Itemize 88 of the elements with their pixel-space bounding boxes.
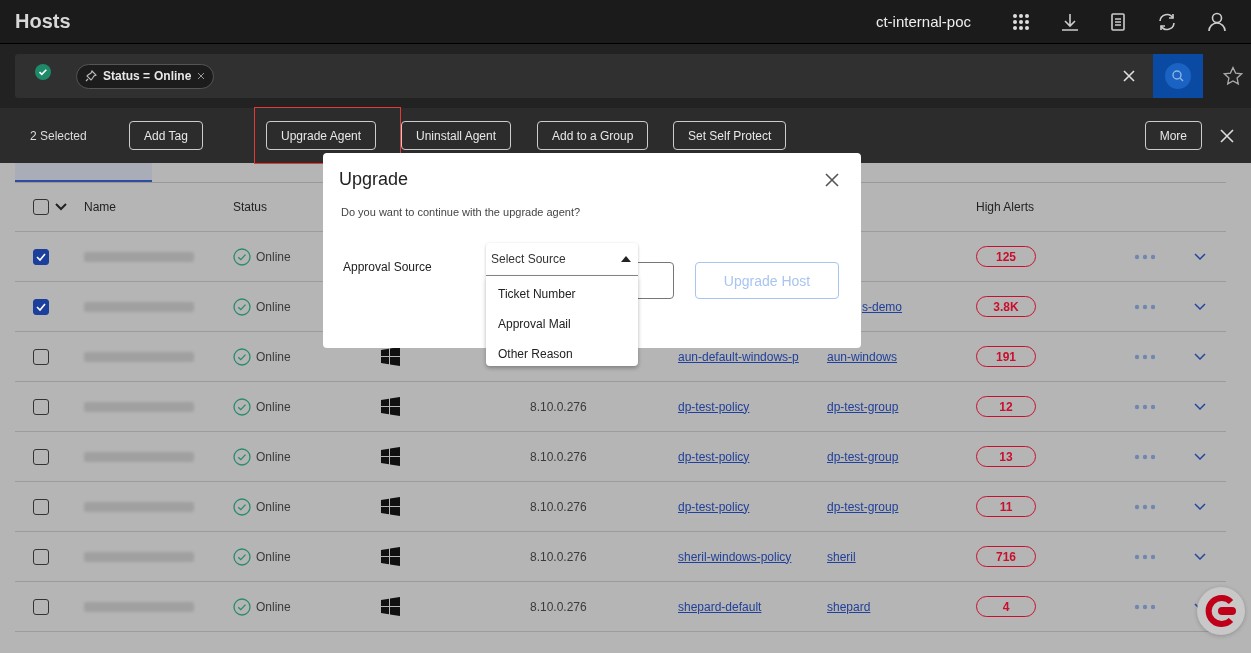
column-header[interactable]: High Alerts (976, 200, 1035, 214)
check-circle-icon (233, 547, 251, 566)
group-link[interactable]: dp-test-group (827, 449, 899, 464)
version-text: 8.10.0.276 (530, 599, 587, 614)
policy-link[interactable]: dp-test-policy (678, 449, 750, 464)
column-header[interactable]: Status (233, 200, 268, 214)
selected-count: 2 Selected (30, 128, 88, 143)
check-circle-icon (233, 447, 251, 466)
apps-grid-icon[interactable] (1012, 12, 1030, 31)
logo-icon (1204, 594, 1238, 628)
row-checkbox[interactable] (33, 348, 49, 365)
status-text: Online (256, 549, 291, 564)
policy-link[interactable]: shepard-default (678, 599, 762, 614)
column-header[interactable]: Name (84, 200, 116, 214)
star-icon[interactable] (1223, 66, 1243, 86)
dropdown-option[interactable]: Approval Mail (486, 309, 638, 339)
policy-link[interactable]: aun-default-windows-p (678, 349, 799, 364)
status-text: Online (256, 599, 291, 614)
row-checkbox[interactable] (33, 548, 49, 565)
chip-value: Online (154, 69, 192, 83)
more-button[interactable]: More (1144, 121, 1202, 150)
check-circle-icon (233, 297, 251, 316)
floating-button[interactable] (1197, 587, 1245, 635)
action-button[interactable]: Add to a Group (537, 121, 649, 150)
version-text: 8.10.0.276 (530, 549, 587, 564)
group-link[interactable]: dp-test-group (827, 499, 899, 514)
download-icon[interactable] (1060, 11, 1080, 32)
chevron-down-icon[interactable] (1194, 403, 1206, 410)
status-text: Online (256, 249, 291, 264)
user-icon[interactable] (1208, 11, 1226, 32)
version-text: 8.10.0.276 (530, 449, 587, 464)
row-checkbox[interactable] (33, 448, 49, 465)
chevron-down-icon[interactable] (1194, 453, 1206, 460)
close-icon[interactable] (825, 172, 839, 187)
row-checkbox[interactable] (33, 398, 49, 415)
check-circle-icon (35, 64, 51, 80)
row-checkbox[interactable] (33, 598, 49, 615)
remove-icon[interactable] (197, 72, 206, 80)
clear-icon[interactable] (1123, 70, 1135, 82)
status-text: Online (256, 499, 291, 514)
version-text: 8.10.0.276 (530, 499, 587, 514)
refresh-icon[interactable] (1156, 11, 1178, 32)
pin-icon (85, 70, 97, 82)
action-button[interactable]: Set Self Protect (673, 121, 787, 150)
version-text: 8.10.0.276 (530, 399, 587, 414)
check-circle-icon (233, 397, 251, 416)
search-icon (1165, 63, 1191, 89)
select-all-checkbox[interactable] (33, 199, 49, 215)
action-button[interactable]: Uninstall Agent (401, 121, 512, 150)
dialog-title: Upgrade (339, 169, 409, 190)
filter-chip[interactable]: Status = Online (76, 63, 215, 89)
dialog-message: Do you want to continue with the upgrade agent? (341, 206, 582, 218)
check-circle-icon (233, 347, 251, 366)
policy-link[interactable]: sheril-windows-policy (678, 549, 792, 564)
tab[interactable] (15, 163, 152, 182)
chevron-down-icon[interactable] (55, 203, 67, 211)
action-button[interactable]: Add Tag (129, 121, 203, 150)
policy-link[interactable]: dp-test-policy (678, 499, 750, 514)
row-checkbox[interactable] (33, 248, 49, 265)
field-label: Approval Source (343, 260, 433, 274)
status-text: Online (256, 349, 291, 364)
status-text: Online (256, 399, 291, 414)
group-link[interactable]: sheril (827, 549, 856, 564)
check-circle-icon (233, 597, 251, 616)
chevron-down-icon[interactable] (1194, 353, 1206, 360)
group-link[interactable]: dp-test-group (827, 399, 899, 414)
document-icon[interactable] (1110, 12, 1126, 31)
policy-link[interactable]: dp-test-policy (678, 399, 750, 414)
account-name[interactable]: ct-internal-poc (875, 13, 971, 30)
action-button[interactable]: Upgrade Agent (266, 121, 377, 150)
chevron-down-icon[interactable] (1194, 503, 1206, 510)
group-link[interactable]: s-demo (862, 299, 902, 314)
status-text: Online (256, 299, 291, 314)
search-field[interactable]: Status = Online (15, 54, 1153, 98)
dropdown-option[interactable]: Ticket Number (486, 279, 638, 309)
chevron-down-icon[interactable] (1194, 253, 1206, 260)
status-text: Online (256, 449, 291, 464)
row-checkbox[interactable] (33, 498, 49, 515)
chip-field: Status = (103, 69, 150, 83)
dropdown-option[interactable]: Other Reason (486, 339, 638, 369)
check-circle-icon (233, 247, 251, 266)
page-title: Hosts (15, 10, 71, 33)
chevron-down-icon[interactable] (1194, 303, 1206, 310)
group-link[interactable]: aun-windows (827, 349, 898, 364)
check-circle-icon (233, 497, 251, 516)
row-checkbox[interactable] (33, 298, 49, 315)
chevron-down-icon[interactable] (1194, 553, 1206, 560)
group-link[interactable]: shepard (827, 599, 871, 614)
